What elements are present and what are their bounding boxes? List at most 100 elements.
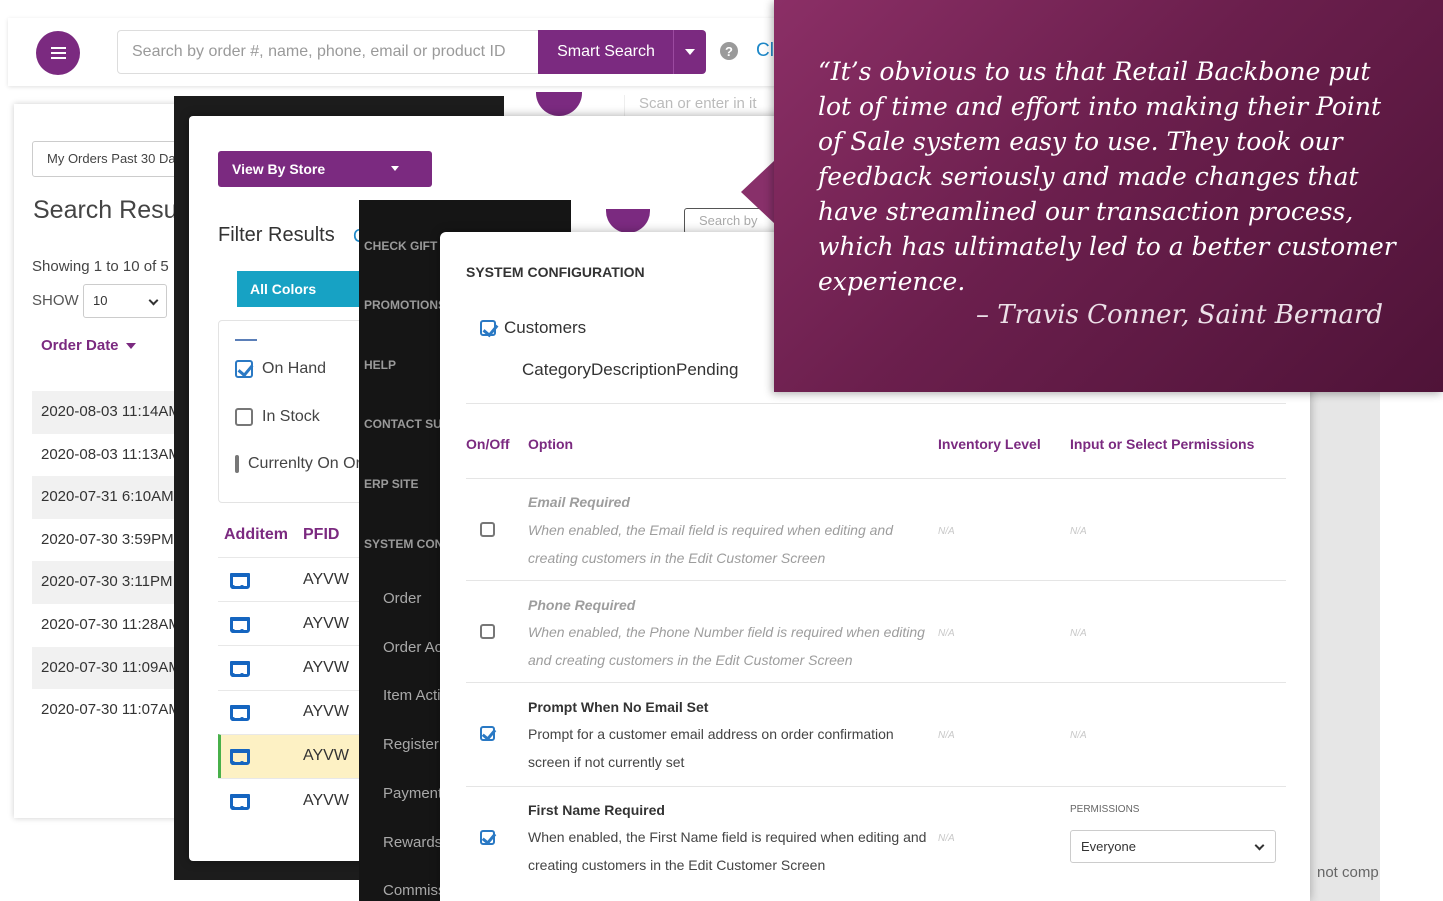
header-link[interactable]: Cl [756,40,774,62]
additem-header: Additem [224,526,288,543]
add-to-cart-icon[interactable] [227,615,250,633]
inventory-value: N/A [938,526,955,537]
customers-category-checkbox[interactable]: Customers [480,318,586,338]
option-description: When enabled, the First Name field is re… [528,829,927,873]
order-row[interactable]: 2020-07-30 3:59PM [32,519,182,562]
checkbox-checked-icon [235,360,253,378]
option-header: Option [528,436,574,452]
menu-sub-item-actions[interactable]: Item Actions [383,687,440,704]
filter-results-title: Filter Results [218,224,335,246]
table-row-highlighted: AYVW [218,733,359,778]
option-row-prompt-no-email: Prompt When No Email Set Prompt for a cu… [466,682,1286,784]
pfid-cell: AYVW [303,614,349,632]
background-text: not comp [1317,864,1379,881]
option-description: When enabled, the Phone Number field is … [528,624,925,668]
option-row-first-name-required: First Name Required When enabled, the Fi… [466,786,1286,890]
results-count: Showing 1 to 10 of 5 [32,258,169,275]
inventory-value: N/A [938,628,955,639]
menu-sub-register[interactable]: Register [383,736,440,753]
option-row-email-required: Email Required When enabled, the Email f… [466,478,1286,580]
order-search-input[interactable] [117,30,539,74]
onoff-header: On/Off [466,436,510,452]
info-icon[interactable] [536,92,582,116]
view-by-store-label: View By Store [232,161,326,177]
checkbox-icon[interactable] [480,624,495,639]
pfid-cell: AYVW [303,570,349,588]
order-row[interactable]: 2020-07-30 11:07AM [32,689,182,732]
option-row-phone-required: Phone Required When enabled, the Phone N… [466,580,1286,682]
scan-input[interactable]: Scan or enter in it [624,95,784,117]
sort-caret-icon [125,343,136,350]
show-label: SHOW [32,292,79,309]
order-row[interactable]: 2020-07-30 11:09AM [32,646,182,690]
option-title: First Name Required [528,802,665,818]
view-by-store-dropdown[interactable]: View By Store [218,151,432,187]
pfid-header: PFID [303,526,340,543]
checkbox-checked-icon[interactable] [480,830,495,845]
smart-search-button[interactable]: Smart Search [538,30,674,74]
page-size-value: 10 [93,293,108,308]
menu-erp-site[interactable]: ERP SITE [364,477,440,491]
table-row: AYVW [218,557,359,601]
divider [235,339,257,341]
inventory-value: N/A [938,730,955,741]
menu-sub-rewards[interactable]: Rewards [383,834,440,851]
pfid-cell: AYVW [303,747,349,765]
checkbox-checked-icon [480,320,496,336]
inventory-level-header: Inventory Level [938,436,1041,452]
all-colors-button[interactable]: All Colors [237,271,367,307]
checkbox-icon [235,455,239,473]
order-row[interactable]: 2020-07-30 11:28AM [32,604,182,647]
help-icon[interactable]: ? [720,42,738,60]
menu-system-configuration[interactable]: SYSTEM CONFIGURATION [364,537,440,551]
add-to-cart-icon[interactable] [227,792,250,810]
add-to-cart-icon[interactable] [227,659,250,677]
order-date-sort-header[interactable]: Order Date [41,337,136,354]
menu-promotions[interactable]: PROMOTIONS [364,298,440,312]
menu-check-gift-card[interactable]: CHECK GIFT CARD [364,239,440,253]
orders-list: 2020-08-03 11:14AM 2020-08-03 11:13AM 20… [32,391,182,732]
menu-sub-order-actions[interactable]: Order Actions [383,639,440,656]
pfid-cell: AYVW [303,703,349,721]
checkbox-icon [235,408,253,426]
add-to-cart-icon[interactable] [227,703,250,722]
option-title: Prompt When No Email Set [528,699,709,715]
testimonial-author: – Travis Conner, Saint Bernard [976,300,1383,330]
permission-value: N/A [1070,628,1087,639]
order-row[interactable]: 2020-07-30 3:11PM [32,561,182,604]
order-date-label: Order Date [41,337,119,354]
add-to-cart-icon[interactable] [227,747,250,766]
inventory-value: N/A [938,833,955,844]
add-to-cart-icon[interactable] [227,571,250,589]
on-hand-checkbox[interactable]: On Hand [235,360,326,378]
menu-sub-order[interactable]: Order [383,590,440,607]
caret-down-icon [391,166,399,171]
menu-sub-commissions[interactable]: Commissions [383,882,440,899]
table-row: AYVW [218,777,359,822]
divider [466,403,1286,404]
hamburger-menu-button[interactable] [36,31,80,75]
on-order-checkbox[interactable]: Currenlty On Order [235,455,359,473]
order-row[interactable]: 2020-08-03 11:13AM [32,434,182,477]
order-row[interactable]: 2020-08-03 11:14AM [32,391,182,434]
menu-help[interactable]: HELP [364,358,440,372]
menu-contact-support[interactable]: CONTACT SUPPORT [364,417,440,431]
smart-search-dropdown-toggle[interactable] [673,30,706,74]
page-size-select[interactable]: 10 [83,284,167,318]
caret-down-icon [685,49,695,55]
permissions-select[interactable]: Everyone [1070,830,1276,863]
order-row[interactable]: 2020-07-31 6:10AM [32,476,182,519]
background-panel [1310,392,1380,901]
category-description: CategoryDescriptionPending [522,360,739,379]
checkbox-checked-icon[interactable] [480,726,495,741]
menu-sub-payments[interactable]: Payments [383,785,440,802]
category-label: Customers [504,318,587,337]
chevron-down-icon [1254,840,1265,851]
permission-value: N/A [1070,730,1087,741]
pfid-cell: AYVW [303,791,349,809]
permission-value: N/A [1070,526,1087,537]
in-stock-checkbox[interactable]: In Stock [235,408,320,426]
option-title: Email Required [528,494,630,510]
checkbox-label: Currenlty On Order [248,455,359,472]
checkbox-icon[interactable] [480,522,495,537]
